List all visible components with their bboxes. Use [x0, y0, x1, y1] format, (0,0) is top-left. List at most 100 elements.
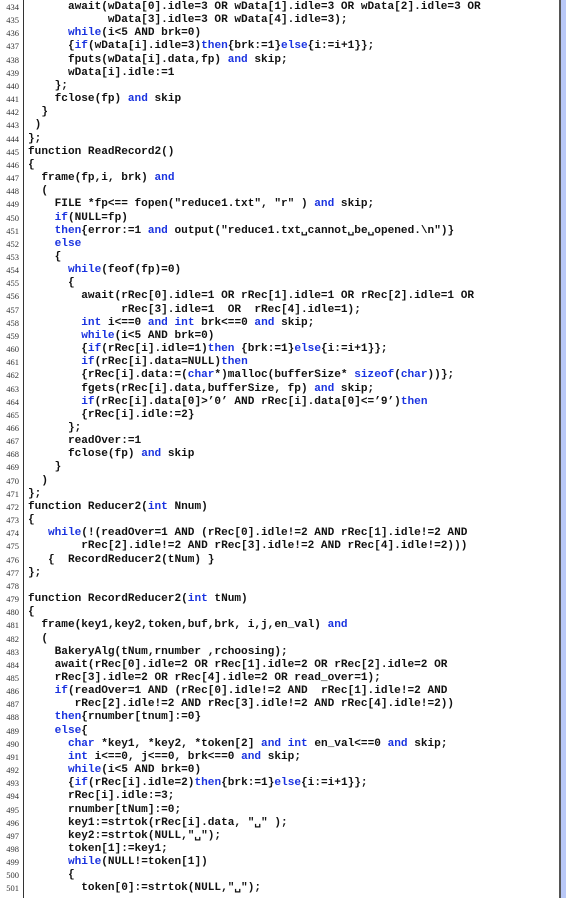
- code-line: 456 await(rRec[0].idle=1 OR rRec[1].idle…: [0, 290, 559, 303]
- line-number: 474: [6, 528, 19, 539]
- code-segment: fclose(fp): [28, 448, 142, 461]
- code-segment: i<==0, j<==0, brk<==0: [87, 750, 242, 763]
- code-segment: {: [28, 250, 62, 263]
- code-line: 468 fclose(fp) and skip: [0, 448, 559, 461]
- code-line: 475 rRec[2].idle!=2 AND rRec[3].idle!=2 …: [0, 540, 559, 553]
- line-number: 450: [6, 212, 19, 223]
- code-segment: BakeryAlg(tNum,rnumber ,rchoosing);: [28, 645, 288, 658]
- line-number: 478: [6, 580, 19, 591]
- code-text: token[1]:=key1;: [28, 843, 168, 856]
- code-line: 485 rRec[3].idle=2 OR rRec[4].idle=2 OR …: [0, 672, 559, 685]
- line-number: 466: [6, 423, 19, 433]
- keyword: then: [207, 343, 235, 356]
- code-segment: key1:=strtok(rRec[i].data, "␣" );: [28, 816, 288, 829]
- code-text: {: [28, 250, 62, 264]
- code-segment: wData[3].idle=3 OR wData[4].idle=3);: [28, 14, 348, 27]
- line-number: 492: [6, 765, 19, 776]
- line-number: 443: [6, 120, 19, 131]
- code-line: 459 while(i<5 AND brk=0): [0, 330, 559, 343]
- keyword: else: [54, 237, 82, 250]
- code-segment: };: [28, 566, 42, 579]
- keyword: then: [194, 777, 222, 790]
- code-line: 442 }: [0, 106, 559, 119]
- keyword: and: [154, 172, 175, 185]
- code-line: 484 await(rRec[0].idle=2 OR rRec[1].idle…: [0, 659, 559, 672]
- code-text: {: [28, 514, 35, 527]
- code-line: 469 }: [0, 461, 559, 474]
- keyword: then: [400, 395, 428, 408]
- code-line: 434 await(wData[0].idle=3 OR wData[1].id…: [0, 1, 559, 14]
- code-text: else{: [28, 725, 88, 738]
- code-line: 446 {: [0, 159, 559, 172]
- code-segment: function ReadRecord2(): [28, 145, 175, 158]
- code-segment: function RecordReducer2(: [28, 593, 188, 606]
- keyword: int: [67, 750, 88, 763]
- code-text: while(i<5 AND brk=0): [28, 764, 201, 777]
- code-segment: (: [394, 369, 401, 382]
- code-text: (: [28, 185, 48, 198]
- keyword: if: [81, 395, 95, 408]
- code-text: };: [28, 80, 68, 93]
- code-line: 470 ): [0, 475, 559, 488]
- code-segment: skip;: [247, 53, 288, 66]
- code-segment: (rRec[i].idle=1): [101, 343, 208, 356]
- code-line: 500 {: [0, 869, 559, 882]
- keyword: else: [274, 777, 302, 790]
- code-segment: {rRec[i].data:=(: [28, 369, 188, 382]
- code-segment: await(rRec[0].idle=1 OR rRec[1].idle=1 O…: [28, 290, 475, 303]
- code-segment: tNum): [207, 593, 248, 606]
- keyword: and: [327, 619, 348, 632]
- code-text: rRec[i].idle:=3;: [28, 790, 175, 803]
- keyword: while: [67, 856, 102, 869]
- line-number: 469: [6, 462, 19, 473]
- code-line: 490 char *key1, *key2, *token[2] and int…: [0, 738, 559, 751]
- keyword: char: [187, 369, 215, 382]
- keyword: and: [261, 737, 282, 750]
- code-line: 472 function Reducer2(int Nnum): [0, 501, 559, 514]
- code-segment: ))};: [427, 369, 455, 382]
- code-text: key2:=strtok(NULL,"␣");: [28, 830, 221, 843]
- keyword: and: [241, 750, 262, 763]
- line-number: 476: [6, 554, 19, 565]
- line-number: 462: [6, 370, 19, 381]
- line-number: 494: [6, 791, 19, 802]
- code-line: 473 {: [0, 514, 559, 527]
- code-segment: rRec[3].idle=1 OR rRec[4].idle=1);: [28, 303, 361, 316]
- code-line: 481 frame(key1,key2,token,buf,brk, i,j,e…: [0, 619, 559, 632]
- line-number: 472: [6, 501, 19, 512]
- code-segment: {error:=1: [81, 224, 148, 237]
- code-block: 434 await(wData[0].idle=3 OR wData[1].id…: [0, 1, 559, 896]
- code-text: (: [28, 633, 48, 646]
- keyword: and: [141, 448, 162, 461]
- line-number: 459: [6, 330, 19, 341]
- line-number: 477: [6, 567, 19, 578]
- line-number: 455: [6, 278, 19, 289]
- code-line: 450 if(NULL=fp): [0, 212, 559, 225]
- code-line: 471};: [0, 488, 559, 501]
- line-number: 473: [6, 515, 19, 526]
- code-line: 496 key1:=strtok(rRec[i].data, "␣" );: [0, 817, 559, 830]
- code-segment: {: [28, 777, 75, 790]
- keyword: and: [227, 53, 248, 66]
- code-segment: ): [28, 119, 42, 132]
- line-number: 434: [6, 2, 19, 12]
- code-text: rRec[2].idle!=2 AND rRec[3].idle!=2 AND …: [28, 540, 467, 553]
- line-number: 493: [6, 778, 19, 789]
- code-segment: {brk:=1}: [227, 40, 282, 53]
- code-line: 494 rRec[i].idle:=3;: [0, 790, 559, 803]
- code-segment: {: [81, 724, 88, 737]
- code-segment: skip: [147, 93, 182, 106]
- keyword: and: [254, 316, 275, 329]
- line-number: 449: [6, 199, 19, 210]
- line-number: 495: [6, 804, 19, 815]
- line-number: 484: [6, 659, 19, 670]
- code-line: 439 wData[i].idle:=1: [0, 67, 559, 80]
- code-segment: rRec[2].idle!=2 AND rRec[3].idle!=2 AND …: [28, 698, 455, 711]
